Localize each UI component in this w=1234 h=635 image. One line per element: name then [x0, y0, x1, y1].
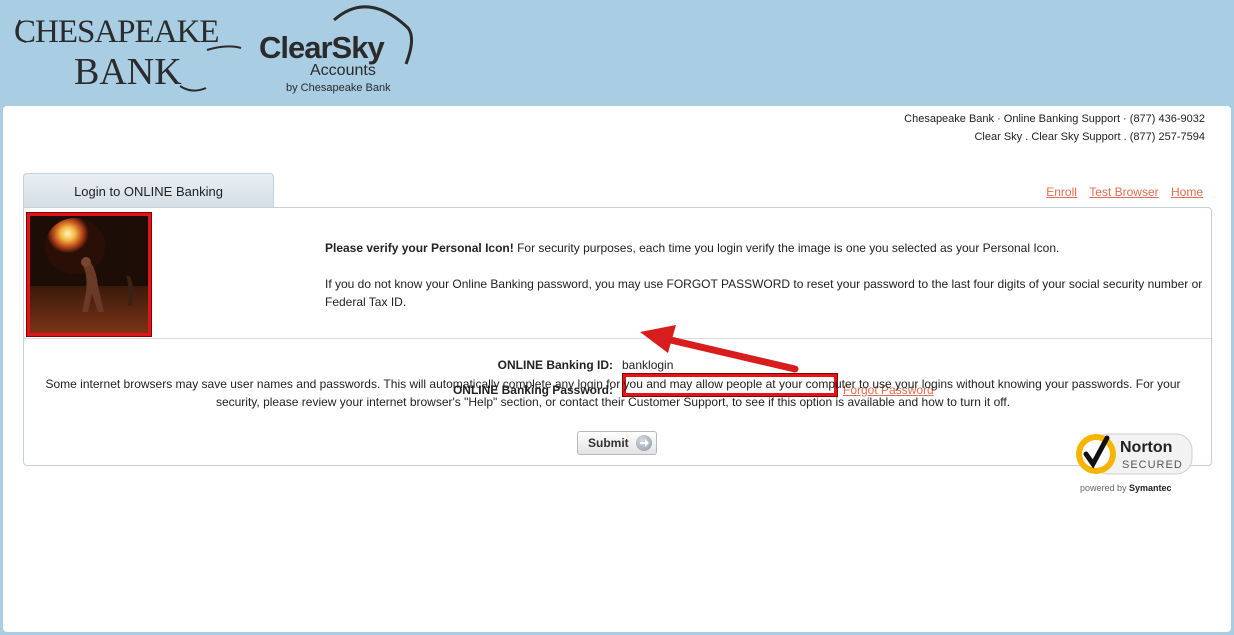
svg-text:BANK: BANK [74, 51, 182, 93]
clearsky-accounts-logo: ClearSky Accounts by Chesapeake Bank [259, 5, 413, 94]
powered-by-label: powered by [1080, 483, 1129, 493]
login-box: Please verify your Personal Icon! For se… [23, 207, 1212, 466]
norton-secured-badge[interactable]: Norton SECURED powered by Symantec [1072, 428, 1197, 494]
norton-checkmark-icon: Norton SECURED powered by Symantec [1076, 433, 1193, 493]
test-browser-link[interactable]: Test Browser [1089, 185, 1158, 199]
arrow-right-circle-icon [636, 435, 652, 451]
submit-button[interactable]: Submit [577, 431, 657, 455]
svg-text:by Chesapeake Bank: by Chesapeake Bank [286, 82, 391, 94]
enroll-link[interactable]: Enroll [1046, 185, 1077, 199]
top-links: Enroll Test Browser Home [1037, 185, 1203, 199]
support-info: Chesapeake Bank · Online Banking Support… [904, 110, 1205, 146]
forgot-password-help: If you do not know your Online Banking p… [325, 277, 1203, 309]
fire-breather-image [30, 216, 148, 333]
svg-text:ClearSky: ClearSky [259, 30, 385, 65]
verify-message: Please verify your Personal Icon! For se… [325, 239, 1215, 329]
banking-id-label: ONLINE Banking ID: [497, 358, 613, 372]
svg-text:CHESAPEAKE: CHESAPEAKE [14, 14, 219, 50]
support-line-clearsky: Clear Sky . Clear Sky Support . (877) 25… [974, 131, 1205, 143]
personal-icon-frame [27, 213, 151, 336]
verify-paragraph: Please verify your Personal Icon! For se… [325, 239, 1215, 257]
security-disclaimer: Some internet browsers may save user nam… [45, 377, 1181, 409]
tab-login[interactable]: Login to ONLINE Banking [23, 173, 274, 208]
svg-text:powered by Symantec: powered by Symantec [1080, 483, 1172, 493]
submit-label: Submit [588, 436, 629, 450]
home-link[interactable]: Home [1171, 185, 1203, 199]
page-header: CHESAPEAKE BANK ClearSky Accounts by Che… [0, 0, 1234, 106]
norton-secured-label: SECURED [1122, 459, 1183, 471]
chesapeake-bank-logo: CHESAPEAKE BANK [14, 14, 242, 93]
verify-heading: Please verify your Personal Icon! [325, 241, 514, 255]
svg-text:Accounts: Accounts [310, 62, 376, 79]
main-panel: Chesapeake Bank · Online Banking Support… [3, 106, 1231, 632]
annotation-arrow [640, 325, 799, 373]
support-line-bank: Chesapeake Bank · Online Banking Support… [904, 113, 1205, 125]
norton-brand: Norton [1120, 439, 1172, 456]
divider [24, 338, 1211, 339]
verify-text: For security purposes, each time you log… [513, 241, 1060, 255]
symantec-label: Symantec [1129, 483, 1172, 493]
